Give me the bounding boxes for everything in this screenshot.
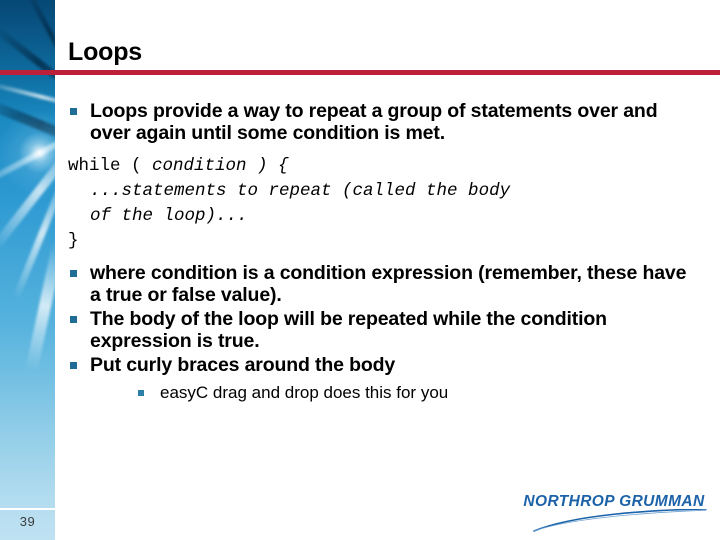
code-block: while ( condition ) { ...statements to r… (68, 154, 688, 254)
logo-swoosh-icon (533, 509, 707, 532)
sub-bullet-text: easyC drag and drop does this for you (160, 383, 449, 402)
code-line: while ( condition ) { (68, 154, 688, 179)
page-number: 39 (19, 514, 36, 529)
slide: 39 Loops Loops provide a way to repeat a… (0, 0, 720, 540)
code-keyword: while ( (68, 156, 153, 176)
northrop-grumman-logo: NORTHROP GRUMMAN (518, 493, 710, 533)
list-item: where condition is a condition expressio… (68, 262, 688, 306)
square-bullet-icon (70, 362, 77, 369)
list-item: Put curly braces around the body (68, 354, 688, 376)
page-number-separator (0, 508, 55, 510)
list-item: The body of the loop will be repeated wh… (68, 308, 688, 352)
bullet-text: The body of the loop will be repeated wh… (90, 308, 607, 352)
code-condition: condition ) { (152, 156, 289, 176)
code-line: ...statements to repeat (called the body (90, 181, 511, 201)
code-line: of the loop)... (90, 206, 248, 226)
list-item: Loops provide a way to repeat a group of… (68, 100, 688, 144)
bullet-text: Put curly braces around the body (90, 354, 396, 376)
decorative-sidebar-graphic (0, 0, 55, 540)
sub-list-item: easyC drag and drop does this for you (68, 382, 688, 403)
square-bullet-icon (70, 108, 77, 115)
code-line: } (68, 231, 79, 251)
remaining-bullets: where condition is a condition expressio… (68, 262, 688, 403)
square-bullet-icon (70, 270, 77, 277)
page-title: Loops (68, 38, 142, 66)
square-bullet-icon (70, 316, 77, 323)
square-bullet-icon (138, 390, 144, 396)
slide-body: Loops provide a way to repeat a group of… (68, 100, 688, 403)
title-underline-rule (0, 70, 720, 75)
bullet-text: Loops provide a way to repeat a group of… (90, 100, 658, 144)
sidebar-dark-overlay (0, 0, 55, 120)
bullet-text: where condition is a condition expressio… (90, 262, 687, 306)
sidebar-light-burst (0, 105, 55, 200)
